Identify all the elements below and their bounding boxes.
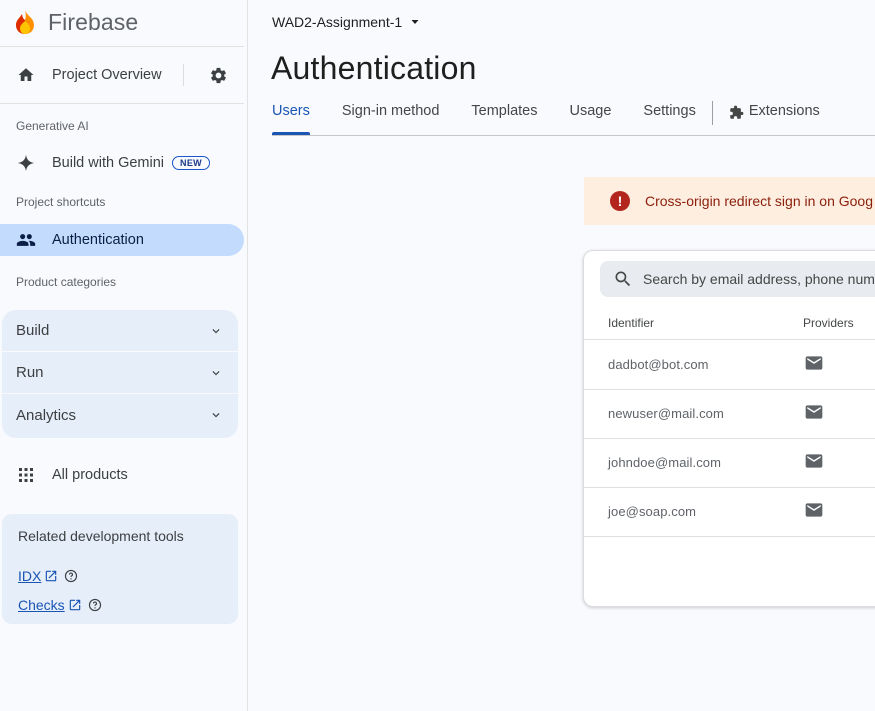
product-categories-heading: Product categories xyxy=(16,275,117,289)
firebase-flame-icon xyxy=(14,9,36,35)
tab-divider xyxy=(711,101,713,125)
project-shortcuts-heading: Project shortcuts xyxy=(16,195,106,209)
tool-row-checks: Checks xyxy=(18,597,103,613)
tab-templates[interactable]: Templates xyxy=(471,103,537,135)
open-in-new-icon xyxy=(67,597,83,613)
user-identifier: dadbot@bot.com xyxy=(608,357,709,372)
project-selector[interactable]: WAD2-Assignment-1 xyxy=(272,12,422,32)
mail-icon xyxy=(804,451,824,471)
help-icon[interactable] xyxy=(63,568,79,584)
build-with-gemini-label: Build with Gemini xyxy=(52,155,165,171)
table-row[interactable]: dadbot@bot.com xyxy=(584,341,875,390)
dropdown-arrow-icon xyxy=(408,12,422,32)
all-products-label: All products xyxy=(52,467,128,483)
chevron-down-icon xyxy=(206,363,226,383)
chevron-down-icon xyxy=(206,405,226,425)
user-search-bar xyxy=(600,261,875,297)
tab-bar: Users Sign-in method Templates Usage Set… xyxy=(272,101,852,135)
checks-link[interactable]: Checks xyxy=(18,597,65,613)
project-name: WAD2-Assignment-1 xyxy=(272,14,403,30)
search-input[interactable] xyxy=(643,271,875,287)
people-icon xyxy=(16,230,36,250)
category-run[interactable]: Run xyxy=(2,352,238,394)
tab-extensions[interactable]: Extensions xyxy=(729,103,820,135)
column-providers[interactable]: Providers xyxy=(803,316,854,330)
mail-icon xyxy=(804,402,824,422)
divider xyxy=(0,103,244,104)
table-row[interactable]: joe@soap.com xyxy=(584,488,875,537)
apps-grid-icon xyxy=(16,465,36,485)
divider xyxy=(183,64,184,86)
app-name: Firebase xyxy=(48,8,139,35)
category-analytics[interactable]: Analytics xyxy=(2,394,238,436)
chevron-down-icon xyxy=(206,321,226,341)
project-overview-link[interactable]: Project Overview xyxy=(16,64,162,86)
error-icon: ! xyxy=(610,191,630,211)
firebase-logo[interactable]: Firebase xyxy=(14,8,138,36)
user-identifier: joe@soap.com xyxy=(608,504,697,519)
user-identifier: johndoe@mail.com xyxy=(608,455,722,470)
tool-row-idx: IDX xyxy=(18,568,79,584)
tabs-underline xyxy=(272,135,875,136)
generative-ai-heading: Generative AI xyxy=(16,119,89,133)
table-row[interactable]: newuser@mail.com xyxy=(584,390,875,439)
sidebar-item-authentication[interactable]: Authentication xyxy=(0,224,244,256)
users-card: Identifier Providers dadbot@bot.com newu… xyxy=(583,250,875,607)
column-identifier[interactable]: Identifier xyxy=(608,316,654,330)
category-label: Analytics xyxy=(16,406,77,424)
tab-extensions-label: Extensions xyxy=(748,103,820,119)
sidebar: Firebase Project Overview Generative AI … xyxy=(0,0,248,711)
tab-settings[interactable]: Settings xyxy=(643,103,695,135)
extension-puzzle-icon xyxy=(729,104,745,120)
table-row[interactable]: johndoe@mail.com xyxy=(584,439,875,488)
user-identifier: newuser@mail.com xyxy=(608,406,724,421)
mail-icon xyxy=(804,500,824,520)
all-products-link[interactable]: All products xyxy=(16,464,128,486)
related-tools-title: Related development tools xyxy=(18,528,184,544)
mail-icon xyxy=(804,353,824,373)
table-header: Identifier Providers xyxy=(584,311,875,340)
warning-text: Cross-origin redirect sign in on Goog xyxy=(645,193,873,209)
home-icon xyxy=(16,65,36,85)
tab-usage[interactable]: Usage xyxy=(570,103,612,135)
product-categories-list: Build Run Analytics xyxy=(2,310,238,438)
category-label: Run xyxy=(16,364,44,381)
idx-link[interactable]: IDX xyxy=(18,568,41,584)
tab-users[interactable]: Users xyxy=(272,103,310,135)
project-overview-label: Project Overview xyxy=(52,67,162,83)
help-icon[interactable] xyxy=(87,597,103,613)
search-icon xyxy=(613,269,633,289)
open-in-new-icon xyxy=(43,568,59,584)
related-tools-panel: Related development tools IDX Checks xyxy=(2,514,238,624)
settings-gear-icon[interactable] xyxy=(208,65,228,85)
build-with-gemini-link[interactable]: Build with Gemini NEW xyxy=(16,152,210,174)
tab-sign-in-method[interactable]: Sign-in method xyxy=(342,103,440,135)
warning-banner: ! Cross-origin redirect sign in on Goog xyxy=(584,177,875,225)
gemini-sparkle-icon xyxy=(16,153,36,173)
category-label: Build xyxy=(16,322,50,339)
new-badge: NEW xyxy=(172,156,210,170)
authentication-label: Authentication xyxy=(52,232,144,248)
category-build[interactable]: Build xyxy=(2,310,238,352)
page-title: Authentication xyxy=(271,50,477,86)
divider xyxy=(0,46,244,47)
